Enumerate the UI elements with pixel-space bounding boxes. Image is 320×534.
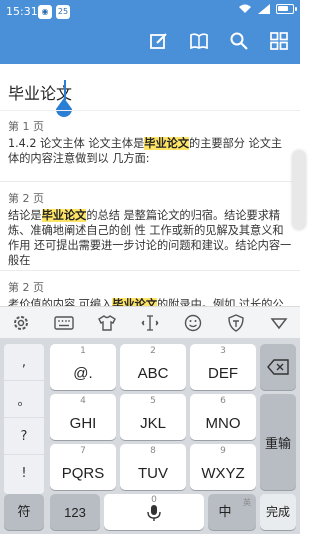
key-1[interactable]: 1 @. <box>50 344 116 390</box>
highlight: 毕业论文 <box>144 137 190 150</box>
signal-icon <box>258 4 270 14</box>
microphone-icon <box>147 505 161 521</box>
result-snippet: 结论是毕业论文的总结 是整篇论文的归宿。结论要求精炼、准确地阐述自己的创 性 工… <box>8 209 292 267</box>
keyboard-toolbar <box>0 306 300 338</box>
collapse-keyboard-icon[interactable] <box>268 312 290 334</box>
space-key[interactable]: 0 <box>104 494 204 530</box>
key-6[interactable]: 6 MNO <box>190 394 256 440</box>
highlight: 毕业论文 <box>41 209 87 222</box>
status-notification-icon: ◉ <box>38 5 52 19</box>
result-page-label: 第 2 页 <box>8 192 44 205</box>
settings-icon[interactable] <box>10 312 32 334</box>
result-page-label: 第 1 页 <box>8 120 44 133</box>
text-caret <box>64 80 66 100</box>
punctuation-key[interactable]: , <box>4 344 44 381</box>
retype-key[interactable]: 重输 <box>260 394 296 490</box>
divider <box>0 110 300 111</box>
key-9[interactable]: 9 WXYZ <box>190 444 256 490</box>
status-badge: 25 <box>56 5 70 19</box>
symbol-key[interactable]: 符 <box>4 494 44 530</box>
result-snippet: 1.4.2 论文主体 论文主体是毕业论文的主要部分 论文主体的内容注意做到以 几… <box>8 137 283 165</box>
scroll-handle[interactable] <box>292 150 306 230</box>
key-8[interactable]: 8 TUV <box>120 444 186 490</box>
search-icon[interactable] <box>228 30 250 52</box>
punctuation-key[interactable]: ! <box>4 455 44 492</box>
book-icon[interactable] <box>188 30 210 52</box>
edit-icon[interactable] <box>148 30 170 52</box>
status-icons <box>238 4 297 14</box>
backspace-icon <box>267 359 289 375</box>
search-results: 第 1 页 1.4.2 论文主体 论文主体是毕业论文的主要部分 论文主体的内容注… <box>0 118 300 338</box>
punctuation-column[interactable]: , 。 ? ! <box>4 344 44 494</box>
caret-handle-icon[interactable] <box>55 98 73 120</box>
language-switch-key[interactable]: 中 英 <box>208 494 256 530</box>
emoji-icon[interactable] <box>182 312 204 334</box>
key-5[interactable]: 5 JKL <box>120 394 186 440</box>
done-key[interactable]: 完成 <box>260 494 296 530</box>
status-time: 15:31 <box>6 5 38 18</box>
battery-icon <box>276 4 297 14</box>
keyboard: , 。 ? ! 1 @. 2 ABC 3 DEF 4 GHI 5 JKL 6 M… <box>0 338 300 534</box>
delete-key[interactable] <box>260 344 296 390</box>
app-bar: 15:31 ◉ 25 <box>0 0 300 64</box>
result-item[interactable]: 第 1 页 1.4.2 论文主体 论文主体是毕业论文的主要部分 论文主体的内容注… <box>0 118 300 182</box>
shirt-icon[interactable] <box>96 312 118 334</box>
key-4[interactable]: 4 GHI <box>50 394 116 440</box>
keyboard-icon[interactable] <box>53 312 75 334</box>
wifi-icon <box>239 4 251 13</box>
punctuation-key[interactable]: ? <box>4 418 44 455</box>
cursor-move-icon[interactable] <box>139 312 161 334</box>
result-page-label: 第 2 页 <box>8 281 44 294</box>
number-mode-key[interactable]: 123 <box>50 494 100 530</box>
result-item[interactable]: 第 2 页 结论是毕业论文的总结 是整篇论文的归宿。结论要求精炼、准确地阐述自己… <box>0 190 300 271</box>
key-2[interactable]: 2 ABC <box>120 344 186 390</box>
punctuation-key[interactable]: 。 <box>4 381 44 418</box>
key-7[interactable]: 7 PQRS <box>50 444 116 490</box>
status-bar: 15:31 ◉ 25 <box>0 0 300 24</box>
shield-icon[interactable] <box>225 312 247 334</box>
key-3[interactable]: 3 DEF <box>190 344 256 390</box>
top-toolbar <box>148 30 290 52</box>
grid-icon[interactable] <box>268 30 290 52</box>
